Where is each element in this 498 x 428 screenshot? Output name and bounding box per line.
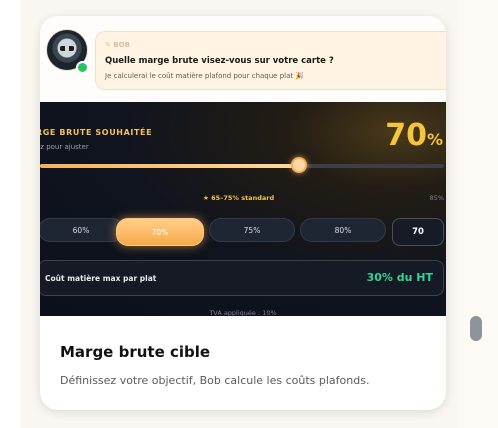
scrollbar-track[interactable] (458, 0, 498, 428)
slider-max-label: 85% (429, 194, 444, 202)
slider-fill (40, 164, 299, 168)
max-cost-label: Coût matière max par plat (45, 274, 157, 283)
vat-note: TVA appliquée : 10% (209, 309, 277, 317)
margin-value-display: 70% (385, 118, 443, 153)
margin-panel: RGE BRUTE SOUHAITÉE ez pour ajuster 70% … (40, 102, 446, 317)
panel-title: RGE BRUTE SOUHAITÉE (40, 128, 153, 137)
preset-80-button[interactable]: 80% (300, 218, 386, 242)
margin-value: 70 (385, 118, 427, 153)
robot-face-icon (60, 46, 74, 51)
chat-bubble: ✎ BOB Quelle marge brute visez-vous sur … (95, 31, 446, 90)
left-panel-edge (0, 0, 20, 428)
bubble-subtext: Je calculerai le coût matière plafond po… (105, 72, 305, 80)
chat-row: ✎ BOB Quelle marge brute visez-vous sur … (40, 16, 446, 102)
max-cost-box: Coût matière max par plat 30% du HT (40, 260, 444, 296)
bubble-sender: ✎ BOB (105, 41, 130, 49)
max-cost-value: 30% du HT (366, 271, 433, 284)
margin-slider[interactable] (40, 157, 444, 173)
card-description: Définissez votre objectif, Bob calcule l… (60, 374, 370, 387)
onboarding-card: ✎ BOB Quelle marge brute visez-vous sur … (40, 16, 446, 410)
custom-margin-input[interactable]: 70 (392, 218, 444, 246)
standard-range-label: ★ 65–75% standard (203, 194, 275, 202)
preset-70-button[interactable]: 70% (116, 218, 204, 246)
card-title: Marge brute cible (60, 343, 211, 361)
online-status-dot (76, 61, 89, 74)
scrollbar-thumb[interactable] (470, 316, 482, 341)
panel-subtitle: ez pour ajuster (40, 143, 89, 151)
bubble-question: Quelle marge brute visez-vous sur votre … (105, 56, 334, 66)
slider-thumb[interactable] (290, 157, 307, 173)
preset-75-button[interactable]: 75% (209, 218, 295, 242)
margin-unit: % (426, 130, 443, 149)
preset-60-button[interactable]: 60% (40, 218, 124, 242)
